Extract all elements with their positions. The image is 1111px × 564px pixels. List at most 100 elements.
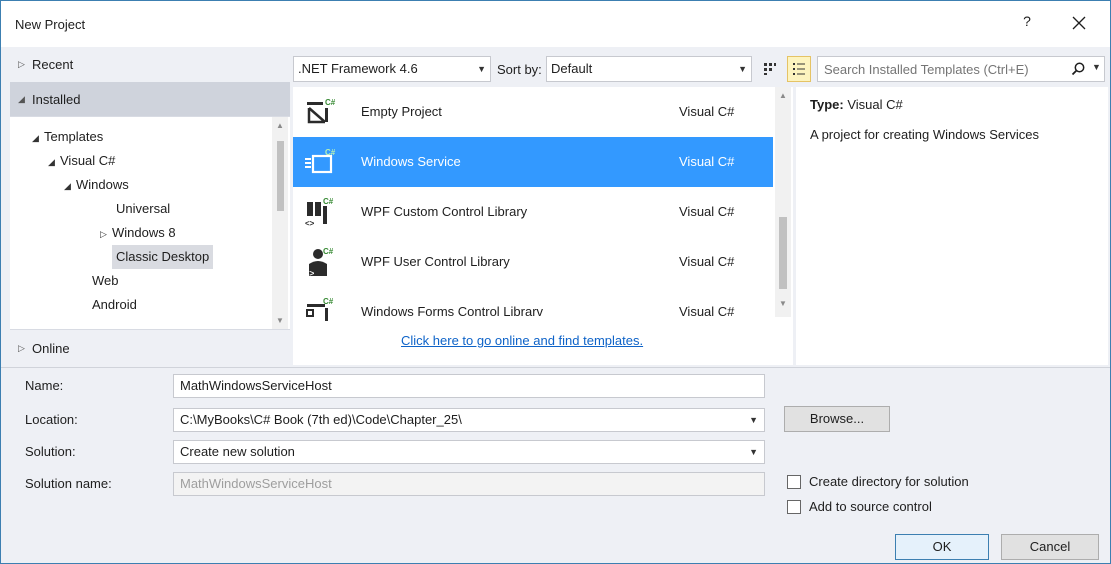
search-input[interactable]	[824, 60, 1054, 78]
tree-item-windows[interactable]: ◢ Windows	[60, 173, 133, 197]
nav-recent-label: Recent	[32, 56, 74, 72]
tree-item-label: Visual C#	[60, 153, 116, 168]
ok-button[interactable]: OK	[895, 534, 989, 560]
checkbox-label: Create directory for solution	[809, 474, 969, 489]
tree-item-templates[interactable]: ◢ Templates	[28, 125, 107, 149]
template-row-wpf-custom-control[interactable]: <> C# WPF Custom Control Library Visual …	[293, 187, 773, 237]
tree-item-label: Web	[92, 273, 119, 288]
collapsed-arrow-icon: ▷	[18, 342, 25, 353]
tree-item-label: Universal	[116, 201, 171, 216]
tree-item-classic-desktop[interactable]: Classic Desktop	[112, 245, 214, 269]
svg-text:<>: <>	[305, 219, 315, 228]
template-tree: ◢ Templates ◢ Visual C# ◢ Windows Universal…	[10, 116, 290, 330]
template-name: Empty Project	[361, 104, 442, 119]
svg-text:C#: C#	[323, 197, 334, 206]
template-search: ▼	[817, 56, 1105, 82]
solution-select[interactable]: Create new solution ▼	[173, 440, 765, 464]
cancel-button[interactable]: Cancel	[1001, 534, 1099, 560]
checkbox-box[interactable]	[787, 474, 801, 489]
scroll-up-icon[interactable]: ▲	[778, 91, 788, 100]
location-field[interactable]: C:\MyBooks\C# Book (7th ed)\Code\Chapter…	[173, 408, 765, 432]
template-list-scrollbar[interactable]: ▲ ▼	[775, 87, 791, 317]
name-label: Name:	[25, 378, 64, 393]
chevron-down-icon: ▼	[738, 64, 747, 74]
nav-installed[interactable]: ◢ Installed	[10, 82, 290, 116]
template-description: A project for creating Windows Services	[810, 127, 1040, 142]
project-name-field[interactable]: MathWindowsServiceHost	[173, 374, 765, 398]
tree-scrollbar[interactable]: ▲ ▼	[272, 117, 288, 329]
title-bar: New Project ?	[1, 1, 1110, 47]
template-toolbar: .NET Framework 4.6 ▼ Sort by: Default ▼	[293, 54, 1108, 84]
chevron-down-icon[interactable]: ▼	[1092, 62, 1101, 72]
framework-select[interactable]: .NET Framework 4.6 ▼	[293, 56, 491, 82]
source-control-checkbox[interactable]: Add to source control	[787, 499, 932, 514]
wpf-custom-control-icon: <> C#	[305, 197, 334, 228]
collapsed-arrow-icon: ▷	[100, 229, 107, 239]
tree-item-label: Android	[92, 297, 137, 312]
help-button[interactable]: ?	[1019, 13, 1035, 29]
sort-label: Sort by:	[497, 62, 542, 77]
windows-service-icon: C#	[305, 148, 336, 174]
scroll-down-icon[interactable]: ▼	[275, 316, 285, 325]
template-language: Visual C#	[679, 304, 735, 319]
empty-project-icon: C#	[307, 98, 336, 124]
checkbox-box[interactable]	[787, 499, 801, 514]
svg-text:C#: C#	[323, 297, 334, 306]
chevron-down-icon: ▼	[477, 64, 486, 74]
template-row-empty-project[interactable]: C# Empty Project Visual C#	[293, 87, 773, 137]
location-value: C:\MyBooks\C# Book (7th ed)\Code\Chapter…	[180, 412, 462, 427]
template-name: WPF Custom Control Library	[361, 204, 528, 219]
location-label: Location:	[25, 412, 78, 427]
nav-online-label: Online	[32, 340, 70, 356]
template-language: Visual C#	[679, 154, 735, 169]
checkbox-label: Add to source control	[809, 499, 932, 514]
close-button[interactable]	[1067, 11, 1091, 35]
svg-text:C#: C#	[325, 98, 336, 107]
expanded-arrow-icon: ◢	[32, 133, 39, 143]
template-row-wpf-user-control[interactable]: <> C# WPF User Control Library Visual C#	[293, 237, 773, 287]
winforms-control-icon: C#	[306, 297, 334, 321]
nav-installed-label: Installed	[32, 91, 81, 107]
browse-button[interactable]: Browse...	[784, 406, 890, 432]
sort-select[interactable]: Default ▼	[546, 56, 752, 82]
close-icon	[1072, 16, 1086, 30]
tree-item-label: Windows	[76, 177, 129, 192]
framework-value: .NET Framework 4.6	[298, 61, 418, 76]
svg-text:C#: C#	[325, 148, 336, 157]
solution-label: Solution:	[25, 444, 76, 459]
tree-item-visual-csharp[interactable]: ◢ Visual C#	[44, 149, 119, 173]
create-directory-checkbox[interactable]: Create directory for solution	[787, 474, 969, 489]
scroll-up-icon[interactable]: ▲	[275, 121, 285, 130]
small-icons-view-button[interactable]	[758, 56, 782, 82]
wpf-user-control-icon: <> C#	[305, 247, 334, 278]
tree-item-label: Windows 8	[112, 225, 176, 240]
nav-recent[interactable]: ▷ Recent	[10, 47, 290, 81]
type-label: Type:	[810, 97, 844, 112]
svg-text:<>: <>	[305, 269, 315, 278]
scroll-down-icon[interactable]: ▼	[778, 299, 788, 308]
scroll-thumb[interactable]	[277, 141, 284, 211]
search-icon[interactable]	[1070, 61, 1086, 80]
expanded-arrow-icon: ◢	[64, 181, 71, 191]
scroll-thumb[interactable]	[779, 217, 787, 289]
template-row-windows-service[interactable]: C# Windows Service Visual C#	[293, 137, 773, 187]
dialog-title: New Project	[15, 17, 86, 32]
chevron-down-icon[interactable]: ▼	[749, 409, 758, 431]
category-pane: ▷ Recent ◢ Installed ◢ Templates ◢ Visual …	[10, 47, 290, 365]
online-templates-link[interactable]: Click here to go online and find templat…	[401, 333, 643, 348]
svg-text:C#: C#	[323, 247, 334, 256]
list-view-icon	[793, 63, 805, 75]
template-name: Windows Forms Control Librarv	[361, 304, 544, 319]
template-type: Type: Visual C#	[810, 97, 903, 112]
tree-item-web[interactable]: Web	[88, 269, 123, 293]
template-list: C# Empty Project Visual C# C# Windows Se…	[293, 87, 793, 365]
template-row-winforms-control[interactable]: C# Windows Forms Control Librarv Visual …	[293, 287, 773, 321]
template-language: Visual C#	[679, 204, 735, 219]
tree-item-windows-8[interactable]: ▷ Windows 8	[96, 221, 180, 245]
tree-item-universal[interactable]: Universal	[112, 197, 174, 221]
nav-online[interactable]: ▷ Online	[10, 331, 290, 365]
grid-view-icon	[764, 63, 776, 75]
list-view-button[interactable]	[787, 56, 811, 82]
sort-value: Default	[551, 61, 593, 76]
tree-item-android[interactable]: Android	[88, 293, 141, 317]
